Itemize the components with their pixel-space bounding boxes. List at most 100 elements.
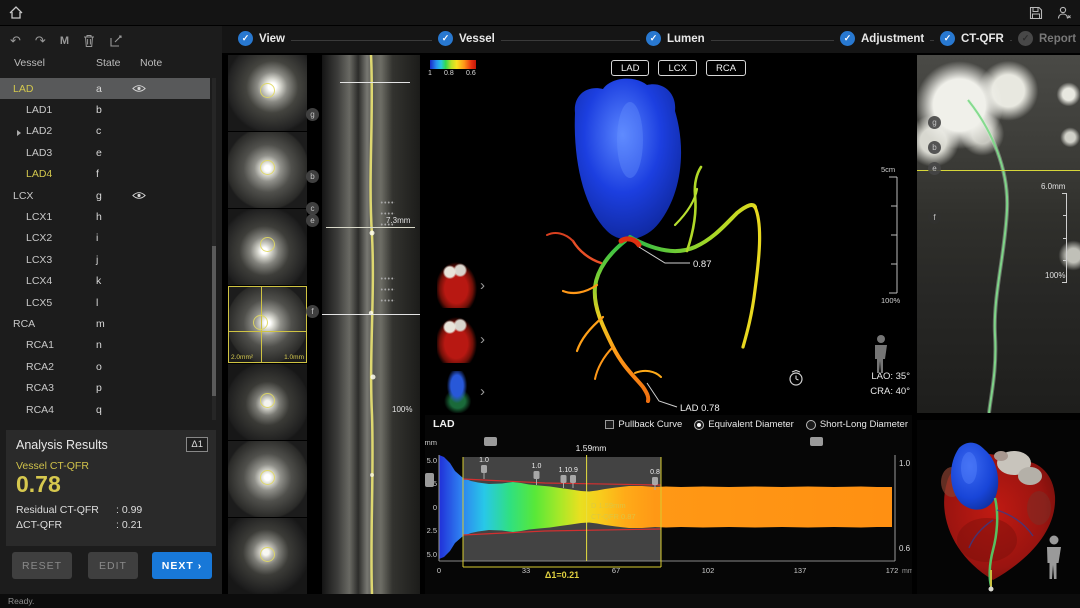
branch-marker-g[interactable]: g	[928, 116, 941, 129]
chevron-right-icon[interactable]: ›	[480, 331, 485, 348]
reset-button[interactable]: RESET	[12, 552, 72, 579]
y-tick: 0	[433, 503, 437, 512]
tab-report[interactable]: ✓ Report	[1012, 31, 1080, 46]
svg-text:0.9: 0.9	[568, 467, 578, 474]
y-axis-unit: mm	[425, 438, 437, 447]
vessel-row-RCA1[interactable]: RCA1 n	[0, 335, 210, 356]
edit-button[interactable]: EDIT	[88, 552, 138, 579]
vessel-table-header: Vessel State Note	[0, 57, 210, 75]
current-position-marker	[17, 130, 21, 136]
rotation-clock-icon[interactable]	[787, 369, 805, 387]
cross-section-thumb[interactable]	[228, 55, 307, 131]
x-tick: 137	[794, 566, 807, 575]
vessel-row-RCA4[interactable]: RCA4 q	[0, 399, 210, 420]
cra-angle-label: CRA: 40°	[850, 386, 910, 397]
workflow-tab-bar: ✓ View ✓ Vessel ✓ Lumen ✓ Adjustment ✓ C…	[222, 26, 1080, 53]
cross-section-thumb-selected[interactable]: 2.0mm² 1.0mm	[228, 286, 307, 364]
vessel-row-LAD2[interactable]: LAD2 c	[0, 121, 210, 142]
tab-adjustment[interactable]: ✓ Adjustment	[834, 31, 930, 46]
svg-text:1.0: 1.0	[479, 457, 489, 464]
lumen-contour	[260, 237, 275, 252]
vessel-row-LCX[interactable]: LCX g	[0, 185, 210, 206]
vessel-row-LAD4[interactable]: LAD4 f	[0, 164, 210, 185]
title-bar	[0, 0, 1080, 26]
svg-text:0.8: 0.8	[650, 469, 660, 476]
pullback-curve-checkbox[interactable]: Pullback Curve	[605, 419, 682, 430]
marker-tool-icon[interactable]: M	[60, 32, 69, 50]
range-slider-handle-left[interactable]	[484, 437, 497, 446]
redo-icon[interactable]: ↷	[35, 32, 46, 50]
cross-section-thumb[interactable]	[228, 518, 307, 594]
vessel-row-LCX1[interactable]: LCX1 h	[0, 206, 210, 227]
chevron-right-icon[interactable]: ›	[480, 383, 485, 400]
vessel-3d-view[interactable]: 1 0.8 0.6 LAD LCX RCA	[425, 55, 912, 413]
vessel-row-LAD3[interactable]: LAD3 e	[0, 142, 210, 163]
checkbox-icon	[605, 420, 614, 429]
qfr-point-label: 0.87	[693, 259, 712, 270]
vessel-list: LAD a LAD1 b LAD2 c LAD3 e LAD4 f	[0, 78, 210, 420]
visibility-eye-icon[interactable]	[132, 84, 180, 93]
lesion-diameter-annotation: D 1.59mm	[591, 501, 626, 510]
scrollbar-thumb[interactable]	[212, 246, 216, 396]
branch-marker-f[interactable]: f	[928, 211, 941, 224]
vessel-row-RCA[interactable]: RCA m	[0, 313, 210, 334]
heart-preset-thumb-1[interactable]	[437, 262, 477, 308]
visibility-eye-icon[interactable]	[132, 191, 180, 200]
sidebar-toolbar: ↶ ↷ M	[10, 31, 123, 51]
ruler-length-label: 6.0mm	[1041, 182, 1065, 191]
vessel-row-LCX5[interactable]: LCX5 l	[0, 292, 210, 313]
chevron-right-icon[interactable]: ›	[480, 277, 485, 294]
branch-marker-b[interactable]: b	[306, 170, 319, 183]
vessel-row-RCA3[interactable]: RCA3 p	[0, 377, 210, 398]
vessel-name: LCX5	[0, 297, 88, 309]
equivalent-diameter-radio[interactable]: Equivalent Diameter	[694, 419, 794, 430]
cross-section-thumb[interactable]	[228, 209, 307, 285]
branch-marker-b[interactable]: b	[928, 141, 941, 154]
edit-icon[interactable]	[109, 34, 123, 48]
branch-marker-e[interactable]: e	[306, 214, 319, 227]
vessel-row-LCX3[interactable]: LCX3 j	[0, 249, 210, 270]
cross-section-thumb[interactable]	[228, 364, 307, 440]
vertical-slider-handle[interactable]	[425, 473, 434, 487]
home-icon[interactable]	[8, 5, 24, 21]
short-long-diameter-radio[interactable]: Short-Long Diameter	[806, 419, 908, 430]
next-button[interactable]: NEXT ›	[152, 552, 212, 579]
curved-centerline	[917, 55, 1080, 413]
cross-section-thumb[interactable]	[228, 441, 307, 517]
tab-view[interactable]: ✓ View	[232, 31, 291, 46]
range-slider-handle-right[interactable]	[810, 437, 823, 446]
slice-position-line[interactable]	[917, 170, 1080, 171]
straightened-mpr-view[interactable]: 7.3mm 100%	[322, 55, 420, 594]
vessel-row-LAD[interactable]: LAD a	[0, 78, 210, 99]
vessel-state: m	[88, 318, 132, 330]
vessel-row-LCX2[interactable]: LCX2 i	[0, 228, 210, 249]
tab-ct-qfr[interactable]: ✓ CT-QFR	[934, 31, 1010, 46]
undo-icon[interactable]: ↶	[10, 32, 21, 50]
tab-vessel[interactable]: ✓ Vessel	[432, 31, 501, 46]
branch-marker-f[interactable]: f	[306, 305, 319, 318]
delete-trash-icon[interactable]	[83, 34, 95, 48]
vessel-state: n	[88, 339, 132, 351]
vessel-row-LCX4[interactable]: LCX4 k	[0, 271, 210, 292]
vessel-state: g	[88, 190, 132, 202]
vessel-name: LAD2	[0, 125, 88, 137]
curved-mpr-view[interactable]: g b e f 6.0mm 100%	[917, 55, 1080, 413]
heart-preset-thumb-2[interactable]	[437, 317, 477, 363]
vessel-ctqfr-value: 0.78	[16, 472, 206, 496]
lao-angle-label: LAO: 35°	[850, 371, 910, 382]
save-icon[interactable]	[1028, 5, 1044, 21]
vessel-sidebar: ↶ ↷ M Vessel State Note LAD a LAD1 b LAD…	[0, 26, 222, 594]
vessel-row-LAD1[interactable]: LAD1 b	[0, 99, 210, 120]
branch-marker-e[interactable]: e	[928, 162, 941, 175]
heart-3d-view[interactable]	[917, 420, 1080, 594]
reference-line-top	[340, 82, 410, 83]
cross-section-thumb[interactable]	[228, 132, 307, 208]
vessel-row-RCA2[interactable]: RCA2 o	[0, 356, 210, 377]
heart-preset-thumb-3[interactable]	[440, 371, 474, 413]
user-logout-icon[interactable]	[1056, 5, 1072, 21]
check-icon: ✓	[646, 31, 661, 46]
vessel-list-scrollbar[interactable]	[212, 78, 216, 420]
branch-marker-g[interactable]: g	[306, 108, 319, 121]
tab-label: Lumen	[667, 33, 705, 45]
tab-lumen[interactable]: ✓ Lumen	[640, 31, 711, 46]
